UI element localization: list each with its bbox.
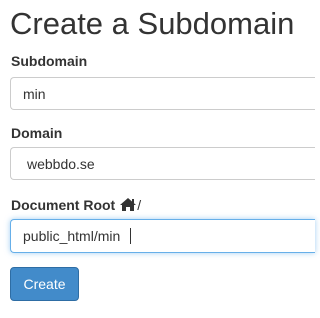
- create-subdomain-page: Create a Subdomain Subdomain Domain Docu…: [0, 0, 315, 318]
- home-icon: [119, 197, 137, 216]
- domain-label: Domain: [11, 125, 63, 141]
- create-button[interactable]: Create: [10, 267, 79, 301]
- document-root-label: Document Root /: [11, 196, 141, 216]
- document-root-prefix-slash: /: [137, 197, 142, 213]
- page-title: Create a Subdomain: [10, 6, 295, 41]
- text-caret: [130, 228, 131, 244]
- document-root-label-text: Document Root: [11, 197, 116, 213]
- subdomain-label: Subdomain: [11, 53, 88, 69]
- subdomain-input[interactable]: [10, 77, 315, 110]
- document-root-input[interactable]: [10, 219, 315, 253]
- domain-select[interactable]: [10, 147, 315, 180]
